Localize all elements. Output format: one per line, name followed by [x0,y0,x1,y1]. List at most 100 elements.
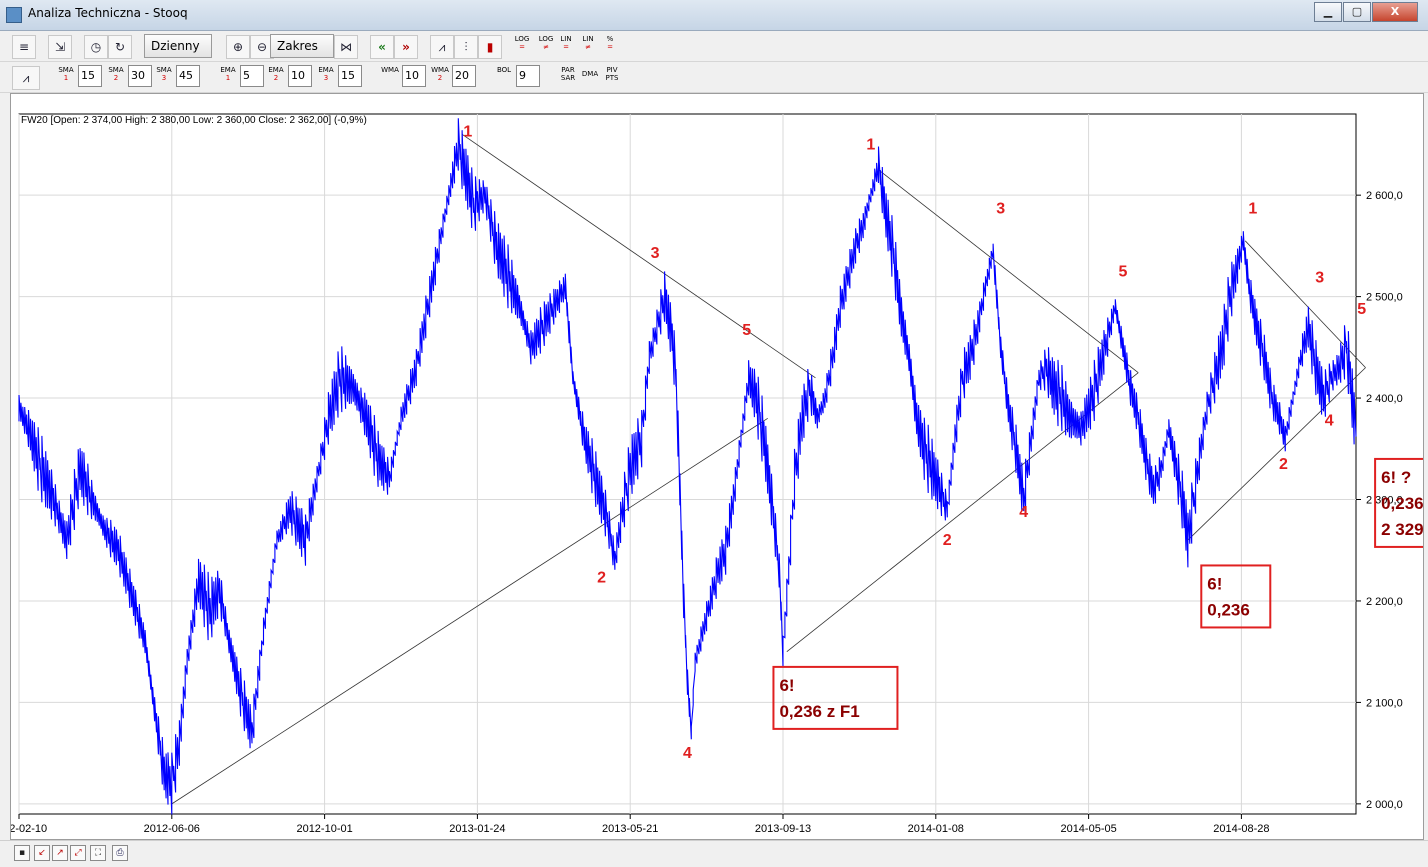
ema2-period-input[interactable]: 10 [288,65,312,87]
y-tick-label: 2 500,0 [1366,292,1403,304]
expand-icon[interactable]: ⤢ [70,845,86,861]
wma2-label: WMA [431,66,449,74]
log-equal-button[interactable]: LOG = [512,35,532,51]
wma1-button[interactable]: WMA [380,66,400,74]
parabolic-sar-button[interactable]: PAR SAR [558,66,578,82]
dma-button[interactable]: DMA [580,70,600,78]
indicator-chart-icon[interactable]: ⩘ [12,66,40,90]
wave-count-label: 1 [866,137,875,154]
ema1-index: 1 [225,74,231,82]
wave-count-label: 4 [1325,412,1334,429]
close-button[interactable]: X [1372,2,1418,22]
wma2-period-input[interactable]: 20 [452,65,476,87]
sma3-button[interactable]: SMA 3 [154,66,174,82]
wma1-period-input[interactable]: 10 [402,65,426,87]
ema2-index: 2 [273,74,279,82]
arrow-upright-icon[interactable]: ↗ [52,845,68,861]
lin-notequal-button[interactable]: LIN ≠ [578,35,598,51]
timer-icon[interactable]: ◷ [84,35,108,59]
save-icon[interactable]: ▪ [14,845,30,861]
x-tick-label: 2014-08-28 [1213,823,1269,835]
bol-period-input[interactable]: 9 [516,65,540,87]
wave-count-label: 2 [597,570,606,587]
pivot-points-button[interactable]: PIV PTS [602,66,622,82]
wave-count-label: 1 [1248,200,1257,217]
interval-dropdown[interactable]: Dzienny ▾ [144,34,212,75]
y-tick-label: 2 600,0 [1366,190,1403,202]
sma1-button[interactable]: SMA 1 [56,66,76,82]
par-bottom: SAR [560,74,576,82]
x-tick-label: 2012-06-06 [144,823,200,835]
log-equal-bottom: = [519,43,525,51]
indicator-toolbar: ⩘ SMA 1 15 SMA 2 30 SMA 3 45 EMA 1 5 EMA 2 10… [0,62,1428,93]
par-top: PAR [561,66,575,74]
fullscreen-icon[interactable]: ⛶ [90,845,106,861]
candle-chart-icon[interactable]: ▮ [478,35,502,59]
sma2-index: 2 [113,74,119,82]
data-sheet-icon[interactable]: ≡ [12,35,36,59]
arrow-downleft-icon[interactable]: ↙ [34,845,50,861]
wave-count-label: 4 [683,745,692,762]
status-bar: ▪ ↙ ↗ ⤢ ⛶ ⎙ [0,840,1428,867]
percent-bottom: = [607,43,613,51]
ema1-button[interactable]: EMA 1 [218,66,238,82]
scroll-left-icon[interactable]: « [370,35,394,59]
annotation-text: 0,236 [1381,494,1423,513]
wave-count-label: 5 [1119,263,1128,280]
wave-count-label: 1 [463,123,472,140]
wave-count-label: 3 [996,200,1005,217]
percent-button[interactable]: % = [600,35,620,51]
wma1-label: WMA [381,66,399,74]
sma1-index: 1 [63,74,69,82]
ema1-label: EMA [220,66,236,74]
sma2-button[interactable]: SMA 2 [106,66,126,82]
ema1-period-input[interactable]: 5 [240,65,264,87]
wave-count-label: 2 [1279,456,1288,473]
chart-panel: 2 000,0 2 100,0 2 200,0 2 300,0 2 400,0 2 500… [10,93,1424,840]
x-tick-label: 2014-05-05 [1060,823,1116,835]
ema2-button[interactable]: EMA 2 [266,66,286,82]
lin-equal-top: LIN [560,35,572,43]
window-titlebar: Analiza Techniczna - Stooq ▁ ▢ X [0,0,1428,31]
ema3-period-input[interactable]: 15 [338,65,362,87]
ema3-button[interactable]: EMA 3 [316,66,336,82]
annotation-text: 6! ? [1381,468,1411,487]
sma2-period-input[interactable]: 30 [128,65,152,87]
y-tick-label: 2 000,0 [1366,799,1403,811]
wave-count-label: 3 [1315,269,1324,286]
lin-equal-button[interactable]: LIN = [556,35,576,51]
wave-count-label: 4 [1019,504,1028,521]
ema3-label: EMA [318,66,334,74]
sma3-index: 3 [161,74,167,82]
app-icon [6,7,22,23]
zoom-in-icon[interactable]: ⊕ [226,35,250,59]
maximize-button[interactable]: ▢ [1343,2,1371,22]
chart-range-icon[interactable]: ⋈ [334,35,358,59]
bol-button[interactable]: BOL [494,66,514,74]
range-dropdown[interactable]: Zakres ▾ [270,34,334,75]
sma3-period-input[interactable]: 45 [176,65,200,87]
y-tick-label: 2 400,0 [1366,393,1403,405]
refresh-icon[interactable]: ↻ [108,35,132,59]
line-chart-icon[interactable]: ⩘ [430,35,454,59]
export-icon[interactable]: ⇲ [48,35,72,59]
scroll-right-icon[interactable]: » [394,35,418,59]
sma1-period-input[interactable]: 15 [78,65,102,87]
log-notequal-button[interactable]: LOG ≠ [536,35,556,51]
ohlc-chart-icon[interactable]: ⫶ [454,35,478,59]
minimize-button[interactable]: ▁ [1314,2,1342,22]
log-notequal-top: LOG [538,35,554,43]
lin-notequal-top: LIN [582,35,594,43]
log-notequal-bottom: ≠ [543,43,549,51]
x-tick-label: 2012-02-10 [11,823,47,835]
print-icon[interactable]: ⎙ [112,845,128,861]
x-tick-label: 2012-10-01 [296,823,352,835]
log-equal-top: LOG [514,35,530,43]
wave-count-label: 5 [742,322,751,339]
x-tick-label: 2013-01-24 [449,823,505,835]
x-tick-label: 2014-01-08 [908,823,964,835]
annotation-text: 6! [1207,574,1222,593]
wma2-button[interactable]: WMA 2 [430,66,450,82]
price-chart[interactable]: 2 000,02 100,02 200,02 300,02 400,02 500… [11,94,1423,839]
annotation-text: 0,236 [1207,600,1250,619]
